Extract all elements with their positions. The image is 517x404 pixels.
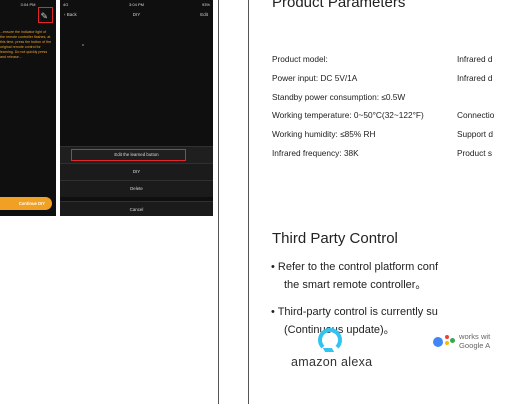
google-assistant-text: works wit Google A (459, 332, 490, 350)
param-working-temperature: Working temperature: 0~50°C(32~122°F) (272, 110, 424, 121)
continue-diy-button[interactable]: Continue DIY (0, 197, 52, 210)
google-line-2: Google A (459, 341, 491, 350)
amazon-alexa-logo: amazon alexa (291, 328, 373, 376)
param-right-1: Infrared d (457, 54, 493, 64)
param-right-6: Product s (457, 147, 493, 158)
param-standby-power: Standby power consumption: ≤0.5W (272, 91, 406, 102)
bullet-1-line-2: the smart remote controller。 (284, 279, 427, 291)
sheet-item-diy[interactable]: DIY (60, 163, 213, 180)
params-left-column: Product model: Power input: DC 5V/1A Sta… (272, 50, 424, 163)
google-assistant-logo: works wit Google A (433, 331, 517, 355)
third-party-control-title: Third Party Control (272, 230, 398, 247)
nav-bar: ‹ Back DIY Edit (60, 9, 213, 21)
bullet-2-line-1: • Third-party control is currently su (271, 306, 438, 318)
page-edge-left (218, 0, 219, 404)
sheet-item-edit-learned[interactable]: Edit the learned button (60, 146, 213, 163)
google-assistant-dots-icon (433, 335, 455, 351)
param-power-input: Power input: DC 5V/1A (272, 72, 358, 83)
bullet-control-platform: • Refer to the control platform conf the… (271, 258, 438, 294)
alexa-logo-text: amazon alexa (291, 355, 373, 369)
params-right-column: Infrared d Infrared d Connectio Support … (457, 50, 494, 163)
param-right-5: Support d (457, 129, 493, 140)
right-page: Product Parameters Product model: Power … (249, 0, 517, 404)
nav-title: DIY (132, 12, 141, 17)
param-working-humidity: Working humidity: ≤85% RH (272, 129, 376, 140)
sheet-item-delete[interactable]: Delete (60, 180, 213, 197)
status-battery: 93% (201, 2, 210, 7)
google-line-1: works wit (459, 332, 491, 341)
action-sheet: Edit the learned button DIY Delete Cance… (60, 146, 213, 216)
param-infrared-frequency: Infrared frequency: 38K (272, 147, 359, 158)
param-right-2: Infrared d (457, 72, 493, 83)
red-highlight-box (38, 7, 53, 23)
param-product-model: Product model: (272, 54, 328, 64)
product-parameters-title: Product Parameters (272, 0, 406, 11)
edit-link[interactable]: Edit (200, 9, 208, 21)
sheet-item-cancel[interactable]: Cancel (60, 201, 213, 216)
param-right-4: Connectio (457, 110, 495, 121)
bullet-1-line-1: • Refer to the control platform conf (271, 261, 439, 273)
status-bar: 4G 3:04 PM 93% (60, 0, 213, 9)
button-placeholder (82, 44, 84, 46)
param-right-3 (457, 88, 494, 107)
learning-hint-text: ...ensure the indicator light of the rem… (0, 30, 52, 59)
phone-screenshot-learning: 3:04 PM ✎ ...ensure the indicator light … (0, 0, 56, 216)
alexa-ring-icon (318, 328, 342, 352)
status-time: 3:04 PM (129, 2, 144, 7)
phone-screenshot-diy-menu: 4G 3:04 PM 93% ‹ Back DIY Edit Edit the … (60, 0, 213, 216)
left-page: 3:04 PM ✎ ...ensure the indicator light … (0, 0, 218, 404)
